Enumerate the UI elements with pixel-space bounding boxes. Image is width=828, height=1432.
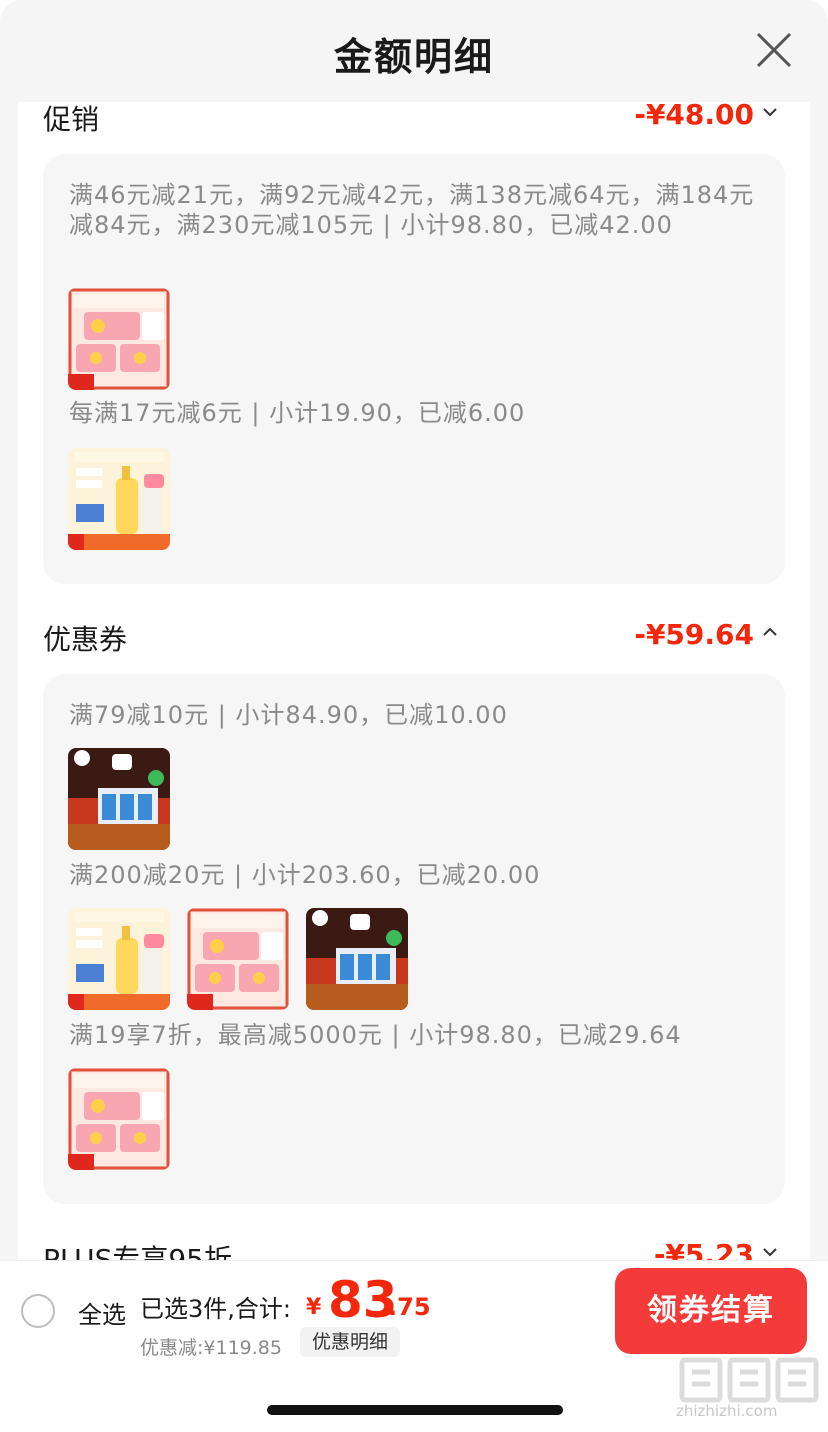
promo-card: 满46元减21元，满92元减42元，满138元减64元，满184元减84元，满2… <box>43 154 785 584</box>
promo-rule: 满46元减21元，满92元减42元，满138元减64元，满184元减84元，满2… <box>69 181 755 239</box>
sheet-header: 金额明细 <box>0 0 828 102</box>
laundry-beads-product-icon <box>68 288 170 390</box>
detail-list[interactable]: 促销 -¥48.00 满46元减21元，满92元减42元，满138元减64元，满… <box>18 102 810 1260</box>
section-title: PLUS专享95折 <box>43 1243 232 1260</box>
amount-detail-sheet: 金额明细 促销 -¥48.00 满46元减21元，满92元减42元，满138元减… <box>0 0 828 1260</box>
handwash-product-icon <box>68 448 170 550</box>
milk-powder-product-icon <box>68 748 170 850</box>
chevron-up-icon <box>763 627 777 636</box>
section-header-plus[interactable]: PLUS专享95折 -¥5.23 <box>43 1238 778 1260</box>
section-amount: -¥5.23 <box>653 1238 754 1260</box>
coupon-rule: 满79减10元 | 小计84.90，已减10.00 <box>69 701 508 729</box>
select-all-radio[interactable] <box>21 1294 55 1328</box>
close-icon <box>756 32 792 68</box>
handwash-product-icon <box>68 908 170 1010</box>
chevron-down-icon <box>763 1248 777 1257</box>
laundry-beads-product-icon <box>68 1068 170 1170</box>
product-thumbnail[interactable] <box>306 908 408 1010</box>
discount-total: 优惠减:¥119.85 <box>140 1337 282 1359</box>
laundry-beads-product-icon <box>187 908 289 1010</box>
select-all-label[interactable]: 全选 <box>78 1295 126 1330</box>
site-watermark-text: zhizhizhi.com <box>676 1402 778 1420</box>
selected-summary: 已选3件,合计: <box>140 1295 291 1323</box>
close-button[interactable] <box>752 28 796 72</box>
coupon-rule: 满19享7折，最高减5000元 | 小计98.80，已减29.64 <box>69 1021 682 1049</box>
section-amount: -¥48.00 <box>634 102 754 131</box>
checkout-button[interactable]: 领券结算 <box>615 1268 807 1354</box>
product-thumbnail[interactable] <box>68 288 170 390</box>
section-title: 优惠券 <box>43 623 128 656</box>
section-header-coupon[interactable]: 优惠券 -¥59.64 <box>43 618 778 662</box>
product-thumbnail[interactable] <box>68 748 170 850</box>
total-currency: ¥ <box>306 1295 322 1320</box>
chevron-down-icon <box>763 108 777 117</box>
promo-rule: 每满17元减6元 | 小计19.90，已减6.00 <box>69 399 526 427</box>
section-amount: -¥59.64 <box>634 618 754 651</box>
coupon-rule: 满200减20元 | 小计203.60，已减20.00 <box>69 861 541 889</box>
product-thumbnail[interactable] <box>68 1068 170 1170</box>
checkout-bar: 全选 已选3件,合计: ¥ 83 .75 优惠减:¥119.85 优惠明细 领券… <box>0 1260 828 1360</box>
section-title: 促销 <box>43 103 100 136</box>
product-thumbnail[interactable] <box>68 908 170 1010</box>
sheet-title: 金额明细 <box>333 35 494 79</box>
home-indicator[interactable] <box>267 1405 563 1415</box>
coupon-card: 满79减10元 | 小计84.90，已减10.00 满200减20元 | 小计2… <box>43 674 785 1204</box>
product-thumbnail[interactable] <box>187 908 289 1010</box>
milk-powder-product-icon <box>306 908 408 1010</box>
discount-detail-button[interactable]: 优惠明细 <box>300 1327 401 1357</box>
section-header-promo[interactable]: 促销 -¥48.00 <box>43 102 778 142</box>
total-decimal: .75 <box>388 1293 431 1321</box>
product-thumbnail[interactable] <box>68 448 170 550</box>
